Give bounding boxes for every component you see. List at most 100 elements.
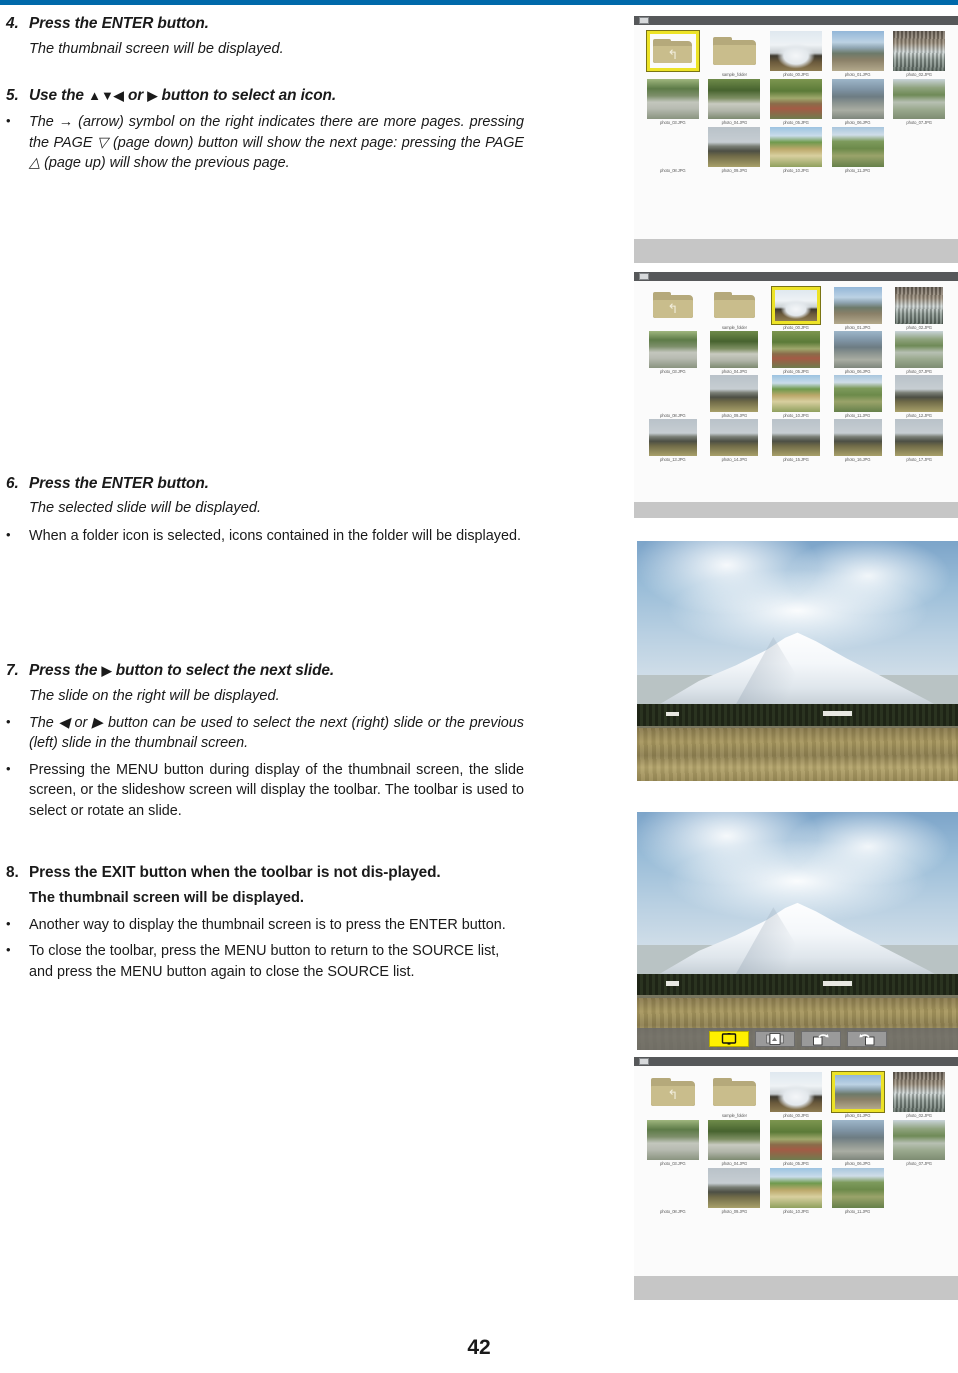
thumbnail-item[interactable]: photo_10.JPG: [767, 375, 825, 418]
photo-thumbnail[interactable]: [893, 1072, 946, 1112]
thumbnail-item[interactable]: photo_17.JPG: [890, 419, 948, 462]
photo-thumbnail[interactable]: [831, 31, 884, 71]
photo-thumbnail[interactable]: [831, 127, 884, 167]
photo-thumbnail[interactable]: [831, 1120, 884, 1160]
thumbnail-item[interactable]: photo_11.JPG: [829, 375, 887, 418]
thumbnail-item[interactable]: photo_08.JPG: [644, 127, 702, 173]
photo-thumbnail[interactable]: [646, 79, 699, 119]
photo-thumbnail[interactable]: [895, 419, 944, 456]
thumbnail-item[interactable]: photo_07.JPG: [890, 1120, 948, 1166]
thumbnail-item[interactable]: photo_14.JPG: [706, 419, 764, 462]
thumbnail-item[interactable]: photo_08.JPG: [644, 1168, 702, 1214]
thumbnail-item[interactable]: photo_00.JPG: [767, 31, 825, 77]
folder-icon[interactable]: [708, 31, 760, 71]
photo-thumbnail[interactable]: [893, 79, 946, 119]
thumbnail-item[interactable]: photo_03.JPG: [644, 79, 702, 125]
photo-thumbnail[interactable]: [771, 287, 820, 324]
thumbnail-item[interactable]: photo_11.JPG: [829, 1168, 887, 1214]
photo-thumbnail[interactable]: [893, 1120, 946, 1160]
photo-thumbnail[interactable]: [895, 287, 944, 324]
photo-thumbnail[interactable]: [833, 331, 882, 368]
thumbnail-item[interactable]: photo_08.JPG: [644, 375, 702, 418]
photo-thumbnail[interactable]: [769, 31, 822, 71]
photo-thumbnail[interactable]: [769, 127, 822, 167]
thumbnail-item[interactable]: ↰: [644, 31, 702, 77]
display-slide-button[interactable]: [708, 1031, 749, 1047]
photo-thumbnail[interactable]: [895, 331, 944, 368]
thumbnail-item[interactable]: photo_02.JPG: [890, 287, 948, 330]
folder-up-icon[interactable]: ↰: [647, 1072, 699, 1112]
rotate-clockwise-button[interactable]: [800, 1031, 841, 1047]
photo-thumbnail[interactable]: [648, 331, 697, 368]
thumbnail-item[interactable]: photo_01.JPG: [829, 1072, 887, 1118]
thumbnail-item[interactable]: sample_folder: [706, 1072, 764, 1118]
thumbnail-item[interactable]: photo_09.JPG: [706, 1168, 764, 1214]
folder-icon[interactable]: [708, 1072, 760, 1112]
thumbnail-item[interactable]: photo_05.JPG: [767, 331, 825, 374]
thumbnail-item[interactable]: photo_03.JPG: [644, 331, 702, 374]
photo-thumbnail[interactable]: [771, 331, 820, 368]
thumbnail-item[interactable]: sample_folder: [706, 287, 764, 330]
photo-thumbnail[interactable]: [831, 1072, 884, 1112]
thumbnail-item[interactable]: photo_02.JPG: [890, 31, 948, 77]
thumbnail-item[interactable]: photo_06.JPG: [829, 331, 887, 374]
thumbnail-item[interactable]: photo_13.JPG: [644, 419, 702, 462]
photo-thumbnail[interactable]: [769, 1072, 822, 1112]
photo-thumbnail[interactable]: [708, 79, 761, 119]
thumbnail-item[interactable]: photo_06.JPG: [829, 79, 887, 125]
photo-thumbnail[interactable]: [710, 331, 759, 368]
photo-thumbnail[interactable]: [769, 1120, 822, 1160]
thumbnail-item[interactable]: sample_folder: [706, 31, 764, 77]
thumbnail-item[interactable]: photo_06.JPG: [829, 1120, 887, 1166]
photo-thumbnail[interactable]: [647, 127, 699, 167]
photo-thumbnail[interactable]: [833, 419, 882, 456]
thumbnail-item[interactable]: photo_03.JPG: [644, 1120, 702, 1166]
thumbnail-item[interactable]: photo_16.JPG: [829, 419, 887, 462]
photo-thumbnail[interactable]: [769, 1168, 822, 1208]
thumbnail-item[interactable]: photo_04.JPG: [706, 331, 764, 374]
photo-thumbnail[interactable]: [708, 1168, 761, 1208]
thumbnail-item[interactable]: photo_09.JPG: [706, 127, 764, 173]
photo-thumbnail[interactable]: [710, 419, 759, 456]
thumbnail-item[interactable]: photo_05.JPG: [767, 1120, 825, 1166]
photo-thumbnail[interactable]: [648, 419, 697, 456]
photo-thumbnail[interactable]: [646, 1120, 699, 1160]
photo-thumbnail[interactable]: [895, 375, 944, 412]
thumbnail-item[interactable]: photo_09.JPG: [706, 375, 764, 418]
thumbnail-item[interactable]: photo_11.JPG: [829, 127, 887, 173]
slideshow-button[interactable]: [754, 1031, 795, 1047]
thumbnail-item[interactable]: photo_10.JPG: [767, 1168, 825, 1214]
thumbnail-item[interactable]: ↰: [644, 1072, 702, 1118]
photo-thumbnail[interactable]: [833, 375, 882, 412]
thumbnail-item[interactable]: photo_15.JPG: [767, 419, 825, 462]
photo-thumbnail[interactable]: [649, 375, 697, 412]
photo-thumbnail[interactable]: [647, 1168, 699, 1208]
photo-thumbnail[interactable]: [831, 1168, 884, 1208]
thumbnail-item[interactable]: photo_07.JPG: [890, 331, 948, 374]
photo-thumbnail[interactable]: [771, 375, 820, 412]
thumbnail-item[interactable]: photo_04.JPG: [706, 79, 764, 125]
thumbnail-item[interactable]: photo_02.JPG: [890, 1072, 948, 1118]
folder-up-icon[interactable]: ↰: [649, 287, 697, 324]
thumbnail-item[interactable]: photo_01.JPG: [829, 31, 887, 77]
photo-thumbnail[interactable]: [831, 79, 884, 119]
thumbnail-item[interactable]: photo_01.JPG: [829, 287, 887, 330]
photo-thumbnail[interactable]: [708, 1120, 761, 1160]
thumbnail-item[interactable]: photo_05.JPG: [767, 79, 825, 125]
thumbnail-item[interactable]: photo_07.JPG: [890, 79, 948, 125]
thumbnail-item[interactable]: photo_12.JPG: [890, 375, 948, 418]
photo-thumbnail[interactable]: [710, 375, 759, 412]
photo-thumbnail[interactable]: [771, 419, 820, 456]
thumbnail-item[interactable]: photo_10.JPG: [767, 127, 825, 173]
folder-icon[interactable]: [710, 287, 758, 324]
thumbnail-item[interactable]: ↰: [644, 287, 702, 330]
thumbnail-item[interactable]: photo_00.JPG: [767, 287, 825, 330]
folder-up-icon[interactable]: ↰: [646, 31, 699, 71]
photo-thumbnail[interactable]: [769, 79, 822, 119]
photo-thumbnail[interactable]: [893, 31, 946, 71]
photo-thumbnail[interactable]: [708, 127, 761, 167]
thumbnail-item[interactable]: photo_04.JPG: [706, 1120, 764, 1166]
thumbnail-item[interactable]: photo_00.JPG: [767, 1072, 825, 1118]
rotate-counterclockwise-button[interactable]: [846, 1031, 887, 1047]
photo-thumbnail[interactable]: [833, 287, 882, 324]
